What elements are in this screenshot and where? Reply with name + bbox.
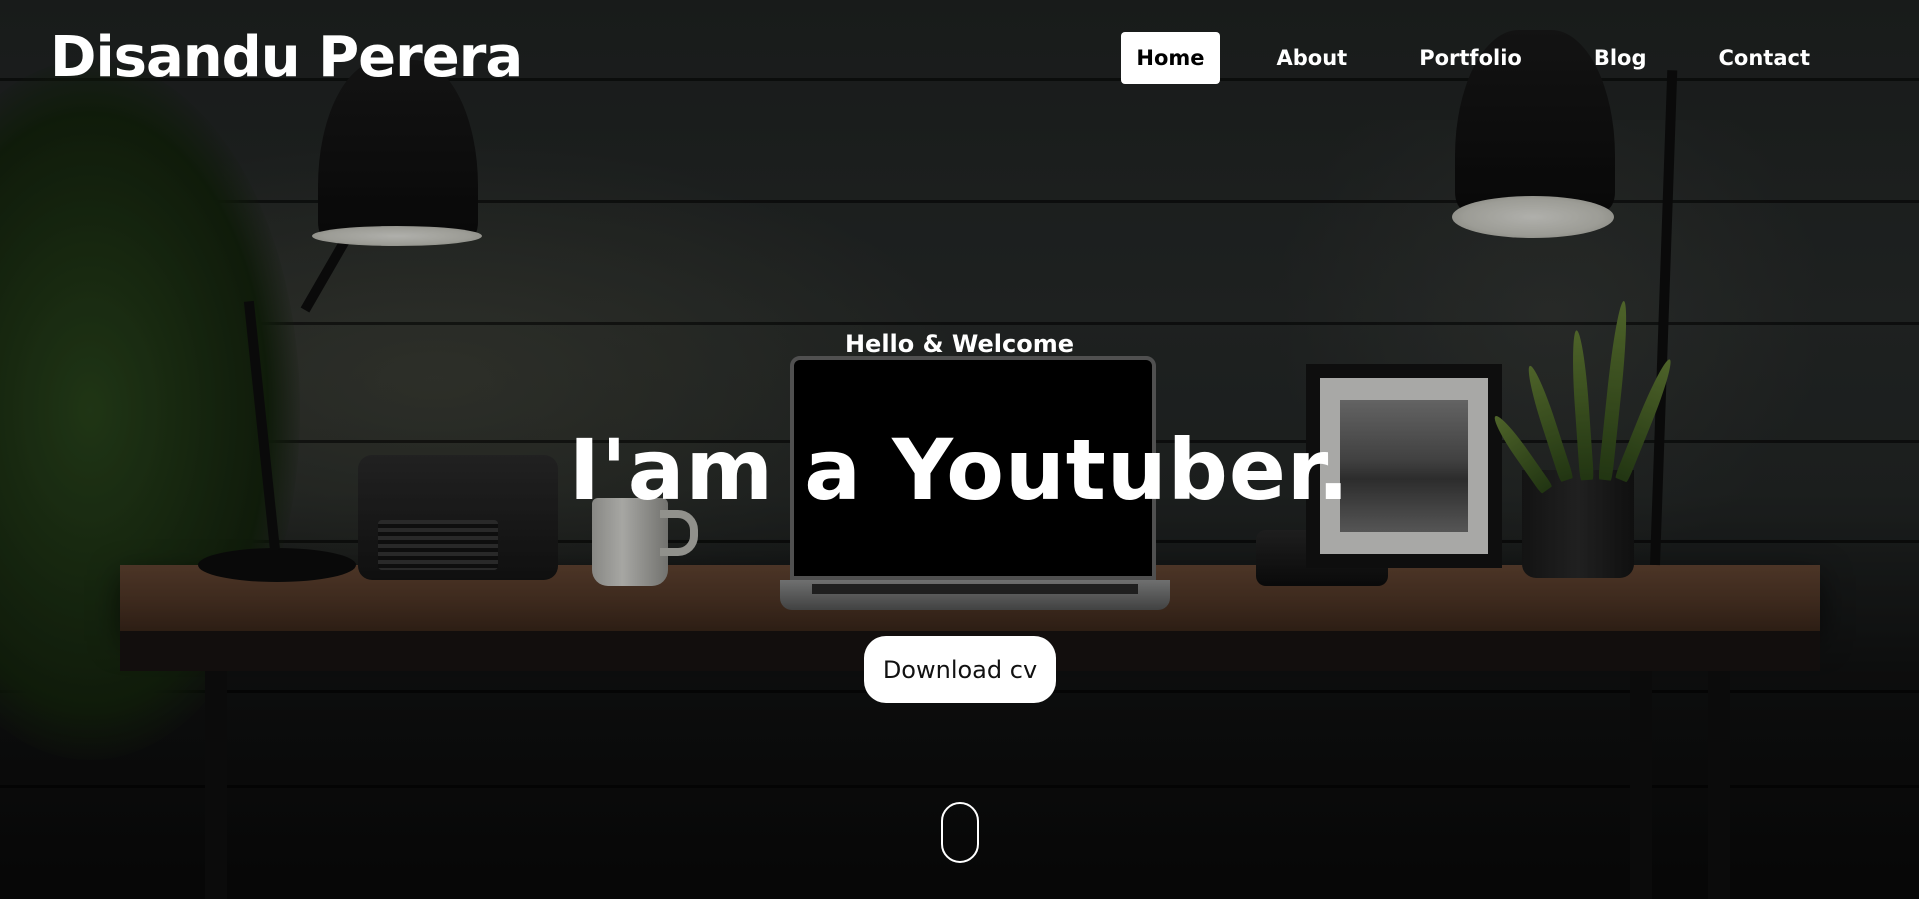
download-cv-button[interactable]: Download cv <box>864 636 1056 703</box>
mouse-scroll-icon[interactable] <box>941 802 979 863</box>
hero-section: Hello & Welcome I'am a Youtuber. Downloa… <box>0 0 1919 899</box>
hero-headline: I'am a Youtuber. <box>568 421 1351 519</box>
hero-greeting: Hello & Welcome <box>844 330 1075 358</box>
